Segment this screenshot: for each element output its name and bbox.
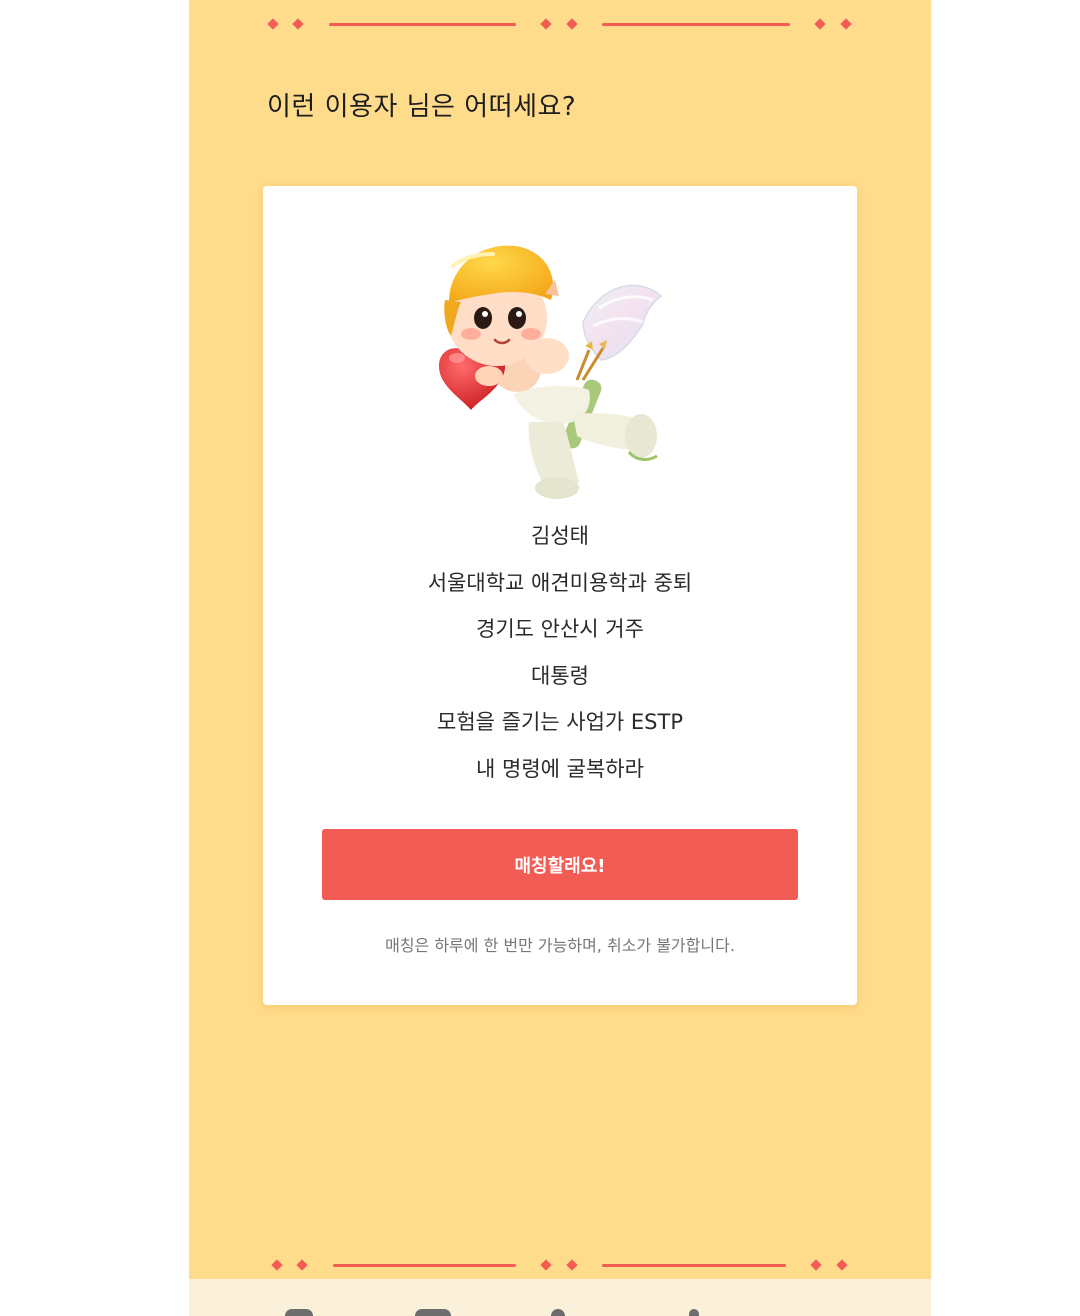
page-title: 이런 이용자 님은 어떠세요? [267,92,577,122]
profile-name: 김성태 [531,524,589,548]
divider-line [602,1264,786,1267]
divider-line [333,1264,516,1267]
profile-motto: 내 명령에 굴복하라 [476,756,644,781]
diamond-icon [836,1259,848,1271]
profile-mbti: 모험을 즐기는 사업가 ESTP [437,710,683,734]
profile-school: 서울대학교 애견미용학과 중퇴 [427,570,693,595]
diamond-icon [566,18,578,30]
diamond-icon [566,1259,578,1271]
divider-line [602,23,790,26]
nav-profile-icon[interactable] [689,1309,699,1316]
decorative-divider-top [189,15,931,35]
profile-info: 김성태 서울대학교 애견미용학과 중퇴 경기도 안산시 거주 대통령 모험을 즐… [263,516,857,795]
match-button[interactable]: 매칭할래요! [322,829,798,900]
diamond-icon [540,1259,552,1271]
profile-card: 김성태 서울대학교 애견미용학과 중퇴 경기도 안산시 거주 대통령 모험을 즐… [263,186,857,1005]
bottom-navigation [189,1279,931,1316]
divider-line [329,23,516,26]
decorative-divider-bottom [189,1256,931,1276]
diamond-icon [271,1259,283,1271]
diamond-icon [810,1259,822,1271]
nav-match-icon[interactable] [551,1309,565,1316]
nav-home-icon[interactable] [285,1309,313,1316]
diamond-icon [540,18,552,30]
diamond-icon [296,1259,308,1271]
diamond-icon [292,18,304,30]
match-notice: 매칭은 하루에 한 번만 가능하며, 취소가 불가합니다. [385,936,735,955]
nav-chat-icon[interactable] [415,1309,451,1316]
diamond-icon [267,18,279,30]
diamond-icon [840,18,852,30]
cupid-illustration [439,245,663,499]
diamond-icon [814,18,826,30]
profile-location: 경기도 안산시 거주 [476,617,644,641]
app-screen: 이런 이용자 님은 어떠세요? 김성태 서울대학교 애견미용학과 중퇴 경기도 … [189,0,931,1316]
profile-job: 대통령 [531,663,589,688]
